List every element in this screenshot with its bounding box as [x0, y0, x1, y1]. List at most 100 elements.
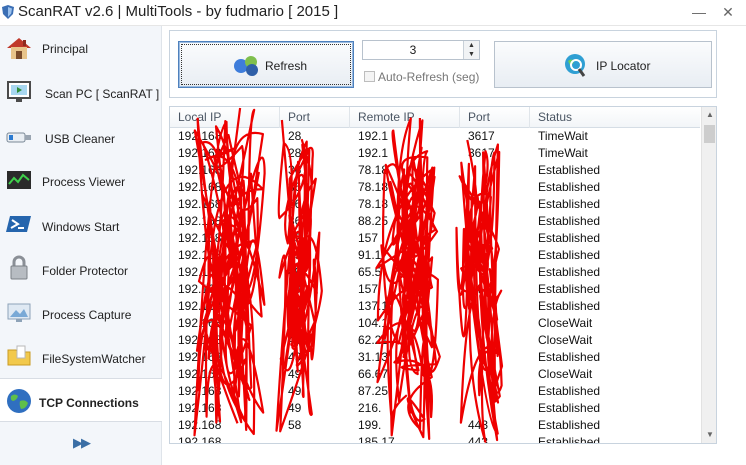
table-row[interactable]: 192.168 49 66.67 CloseWait — [170, 366, 700, 383]
minimize-button[interactable]: — — [688, 3, 710, 21]
table-row[interactable]: 192.168 36 78.18 Established — [170, 179, 700, 196]
app-shield-icon — [2, 5, 14, 19]
scroll-up-icon[interactable]: ▲ — [702, 107, 716, 123]
sidebar-item-principal[interactable]: Principal — [0, 26, 162, 70]
padlock-icon — [10, 255, 28, 280]
remote-port-cell: 3617 — [468, 146, 495, 160]
sidebar-item-filesystemwatcher[interactable]: FileSystemWatcher — [0, 334, 162, 378]
folder-watch-icon — [7, 345, 31, 366]
status-cell: CloseWait — [538, 367, 593, 381]
status-cell: Established — [538, 384, 601, 398]
local-ip-cell: 192.168 — [178, 163, 222, 177]
auto-refresh-label: Auto-Refresh (seg) — [378, 70, 480, 84]
sidebar-item-scan-pc[interactable]: Scan PC [ ScanRAT ] — [0, 70, 162, 114]
local-port-cell: 49 — [288, 401, 302, 415]
local-port-cell: 49 — [288, 265, 302, 279]
remote-ip-cell: 78.18 — [358, 180, 389, 194]
table-row[interactable]: 192.168 49 104.1 CloseWait — [170, 315, 700, 332]
table-row[interactable]: 192.168 185.17 443 Established — [170, 434, 700, 444]
sidebar-item-windows-start[interactable]: Windows Start — [0, 202, 162, 246]
vertical-scrollbar[interactable]: ▲ ▼ — [701, 107, 716, 443]
remote-ip-cell: 157 — [358, 282, 379, 296]
remote-ip-cell: 91.1 — [358, 248, 382, 262]
sidebar-item-label: FileSystemWatcher — [42, 352, 146, 366]
scroll-down-icon[interactable]: ▼ — [702, 427, 716, 443]
scrollbar-thumb[interactable] — [704, 125, 715, 143]
sidebar-item-process-viewer[interactable]: Process Viewer — [0, 158, 162, 202]
table-row[interactable]: 192.168 28 192.1 3617 TimeWait — [170, 128, 700, 145]
sidebar-item-process-capture[interactable]: Process Capture — [0, 290, 162, 334]
remote-ip-cell: 87.25 — [358, 384, 389, 398]
local-ip-cell: 192.168 — [178, 384, 222, 398]
table-row[interactable]: 192.168 49 62.21 CloseWait — [170, 332, 700, 349]
remote-ip-cell: 66.67 — [358, 367, 389, 381]
table-row[interactable]: 192.168 36 88.25 Established — [170, 213, 700, 230]
remote-port-cell: 44 — [468, 282, 482, 296]
remote-ip-cell: 137.1 — [358, 299, 389, 313]
status-cell: Established — [538, 231, 601, 245]
scan-monitor-icon — [7, 81, 31, 102]
table-row[interactable]: 192.168 58 199. 443 Established — [170, 417, 700, 434]
remote-port-cell: 443 — [468, 435, 489, 444]
sidebar-item-folder-protector[interactable]: Folder Protector — [0, 246, 162, 290]
table-row[interactable]: 192.168 49 65.5 Established — [170, 264, 700, 281]
auto-refresh-checkbox[interactable] — [364, 71, 375, 82]
local-ip-cell: 192.168 — [178, 197, 222, 211]
status-cell: Established — [538, 265, 601, 279]
remote-ip-cell: 216. — [358, 401, 382, 415]
column-header-local-ip[interactable]: Local IP — [170, 107, 280, 128]
column-header-remote-port[interactable]: Port — [460, 107, 530, 128]
sidebar: Principal Scan PC [ ScanRAT ] USB Cleane… — [0, 26, 162, 465]
sidebar-item-tcp-connections[interactable]: TCP Connections — [0, 378, 162, 422]
window-title: ScanRAT v2.6 | MultiTools - by fudmario … — [18, 3, 339, 20]
local-ip-cell: 192.168 — [178, 350, 222, 364]
globe-icon — [7, 389, 31, 413]
table-row[interactable]: 192.168 28 192.1 3617 TimeWait — [170, 145, 700, 162]
local-port-cell: 49 — [288, 367, 302, 381]
column-header-remote-ip[interactable]: Remote IP — [350, 107, 460, 128]
title-bar: ScanRAT v2.6 | MultiTools - by fudmario … — [0, 0, 746, 26]
local-port-cell: 36 — [288, 180, 302, 194]
refresh-label: Refresh — [265, 59, 308, 73]
table-row[interactable]: 192.168 49 91.1 Established — [170, 247, 700, 264]
table-row[interactable]: 192.168 49 157 44 Established — [170, 281, 700, 298]
local-ip-cell: 192.168 — [178, 282, 222, 296]
local-ip-cell: 192.168 — [178, 333, 222, 347]
status-cell: Established — [538, 180, 601, 194]
ip-locator-button[interactable]: IP Locator — [494, 41, 712, 88]
remote-ip-cell: 78.18 — [358, 163, 389, 177]
spinner-down-icon[interactable]: ▼ — [464, 50, 479, 59]
table-row[interactable]: 192.168 49 31.13 Established — [170, 349, 700, 366]
table-row[interactable]: 192.168 49 157 Established — [170, 230, 700, 247]
sidebar-item-usb-cleaner[interactable]: USB Cleaner — [0, 114, 162, 158]
refresh-button[interactable]: Refresh — [178, 41, 354, 88]
local-ip-cell: 192.168 — [178, 316, 222, 330]
ip-locator-label: IP Locator — [596, 59, 651, 73]
interval-spinner[interactable]: 3 ▲ ▼ — [362, 40, 480, 60]
local-ip-cell: 192.168 — [178, 435, 222, 444]
table-row[interactable]: 192.168 49 216. Established — [170, 400, 700, 417]
table-row[interactable]: 192.168 36 78.18 Established — [170, 196, 700, 213]
process-monitor-icon — [7, 171, 31, 189]
status-cell: Established — [538, 435, 601, 444]
local-ip-cell: 192.168 — [178, 146, 222, 160]
status-cell: CloseWait — [538, 316, 593, 330]
column-header-local-port[interactable]: Port — [280, 107, 350, 128]
expand-sidebar-button[interactable]: ▶▶ — [0, 421, 162, 465]
remote-ip-cell: 192.1 — [358, 129, 389, 143]
remote-ip-cell: 192.1 — [358, 146, 389, 160]
local-port-cell: 36 — [288, 197, 302, 211]
interval-value[interactable]: 3 — [363, 43, 463, 57]
column-header-status[interactable]: Status — [530, 107, 700, 128]
local-port-cell: 28 — [288, 129, 302, 143]
table-row[interactable]: 192.168 36 78.18 Established — [170, 162, 700, 179]
table-row[interactable]: 192.168 49 137.1 Established — [170, 298, 700, 315]
status-cell: Established — [538, 350, 601, 364]
remote-ip-cell: 185.17 — [358, 435, 395, 444]
close-button[interactable]: ✕ — [717, 3, 739, 21]
remote-port-cell: 443 — [468, 418, 489, 432]
table-row[interactable]: 192.168 49 87.25 Established — [170, 383, 700, 400]
spinner-up-icon[interactable]: ▲ — [464, 41, 479, 50]
local-ip-cell: 192.168 — [178, 418, 222, 432]
local-port-cell: 49 — [288, 248, 302, 262]
